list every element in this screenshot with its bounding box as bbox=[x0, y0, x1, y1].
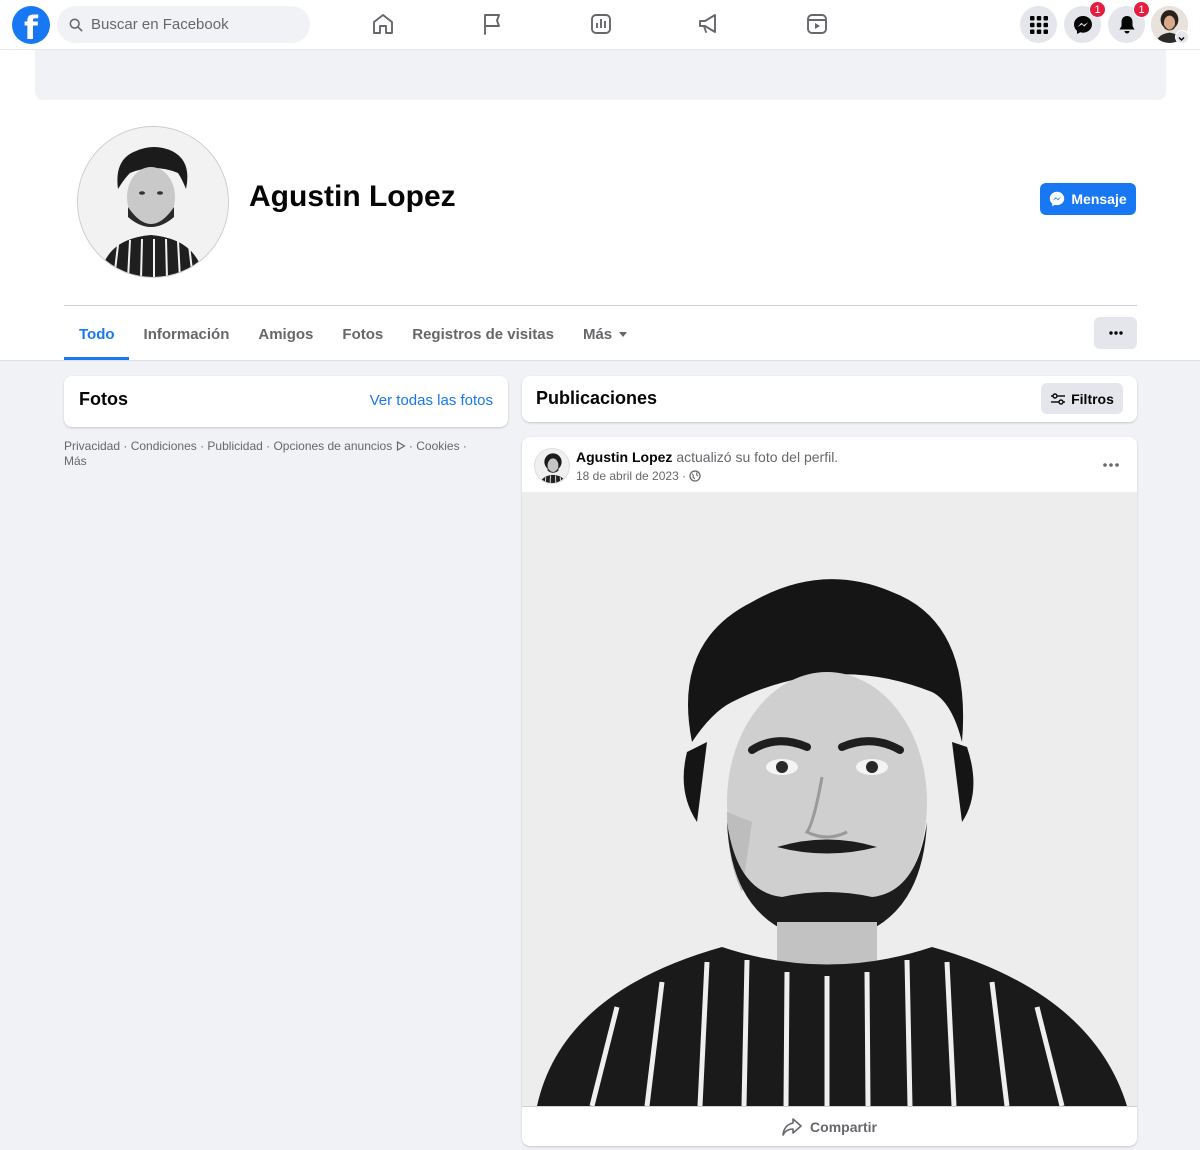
footer-links: Privacidad · Condiciones · Publicidad · … bbox=[64, 439, 467, 468]
grid-icon bbox=[1029, 15, 1048, 34]
cover-photo-area bbox=[35, 50, 1166, 100]
post-card: Agustin Lopez actualizó su foto del perf… bbox=[522, 437, 1137, 1146]
insights-icon[interactable] bbox=[588, 11, 614, 37]
message-button[interactable]: Mensaje bbox=[1040, 183, 1136, 215]
photos-card-title: Fotos bbox=[79, 389, 128, 409]
share-arrow-icon bbox=[782, 1117, 802, 1136]
posts-card-title: Publicaciones bbox=[536, 388, 658, 408]
notifications-badge: 1 bbox=[1133, 1, 1150, 18]
footer-link-more[interactable]: Más bbox=[64, 454, 87, 468]
ad-choices-icon bbox=[396, 440, 406, 452]
tab-registros-de-visitas[interactable]: Registros de visitas bbox=[397, 308, 568, 360]
post-author-avatar[interactable] bbox=[534, 448, 570, 484]
top-navigation-bar: f 1 1 bbox=[0, 0, 1200, 50]
message-button-label: Mensaje bbox=[1071, 191, 1127, 207]
profile-tabs: Todo Información Amigos Fotos Registros … bbox=[64, 308, 641, 360]
see-all-photos-link[interactable]: Ver todas las fotos bbox=[370, 392, 493, 409]
more-dots-icon bbox=[1103, 463, 1119, 467]
caret-down-icon bbox=[619, 331, 628, 337]
post-date[interactable]: 18 de abril de 2023 · bbox=[576, 469, 686, 483]
reels-icon[interactable] bbox=[804, 11, 830, 37]
tab-amigos[interactable]: Amigos bbox=[243, 308, 327, 360]
post-options-button[interactable] bbox=[1100, 455, 1122, 475]
tab-informacion[interactable]: Información bbox=[129, 308, 244, 360]
search-input[interactable] bbox=[91, 16, 291, 33]
posts-card: Publicaciones Filtros bbox=[522, 376, 1137, 422]
footer-link-advertising[interactable]: Publicidad bbox=[207, 439, 262, 453]
footer-link-terms[interactable]: Condiciones bbox=[131, 439, 197, 453]
header-divider bbox=[64, 305, 1137, 306]
messenger-badge: 1 bbox=[1089, 1, 1106, 18]
post-header-text: Agustin Lopez actualizó su foto del perf… bbox=[576, 449, 838, 465]
post-photo[interactable] bbox=[522, 492, 1137, 1106]
profile-name: Agustin Lopez bbox=[249, 180, 456, 213]
search-icon bbox=[69, 18, 83, 31]
profile-header: Agustin Lopez Mensaje Todo Información A… bbox=[0, 50, 1200, 361]
share-button[interactable]: Compartir bbox=[522, 1106, 1137, 1146]
filters-button-label: Filtros bbox=[1071, 390, 1114, 407]
globe-icon bbox=[689, 470, 701, 482]
pages-flag-icon[interactable] bbox=[479, 11, 505, 37]
notifications-button[interactable]: 1 bbox=[1108, 1, 1150, 43]
messenger-icon bbox=[1073, 15, 1092, 34]
ads-megaphone-icon[interactable] bbox=[696, 11, 722, 37]
photos-card: Fotos Ver todas las fotos bbox=[64, 376, 508, 427]
facebook-logo-icon[interactable]: f bbox=[12, 6, 50, 44]
more-dots-icon bbox=[1108, 331, 1123, 335]
tab-todo[interactable]: Todo bbox=[64, 308, 129, 360]
post-author-name[interactable]: Agustin Lopez bbox=[576, 449, 672, 465]
share-button-label: Compartir bbox=[810, 1118, 877, 1135]
footer-link-privacy[interactable]: Privacidad bbox=[64, 439, 120, 453]
filters-button[interactable]: Filtros bbox=[1041, 383, 1123, 414]
messenger-button[interactable]: 1 bbox=[1064, 1, 1106, 43]
tab-mas[interactable]: Más bbox=[568, 308, 641, 360]
footer-link-ad-choices[interactable]: Opciones de anuncios bbox=[273, 439, 392, 453]
tab-fotos[interactable]: Fotos bbox=[327, 308, 397, 360]
bell-icon bbox=[1119, 15, 1134, 33]
more-options-button[interactable] bbox=[1094, 317, 1137, 349]
account-menu-chevron-icon[interactable] bbox=[1175, 30, 1189, 44]
apps-menu-button[interactable] bbox=[1020, 6, 1057, 43]
footer-link-cookies[interactable]: Cookies bbox=[416, 439, 459, 453]
post-meta: 18 de abril de 2023 · bbox=[576, 469, 701, 483]
home-icon[interactable] bbox=[370, 11, 396, 37]
messenger-icon bbox=[1050, 191, 1065, 207]
sliders-icon bbox=[1051, 392, 1066, 405]
profile-picture[interactable] bbox=[77, 126, 229, 278]
post-action-text: actualizó su foto del perfil. bbox=[672, 449, 839, 465]
search-bar[interactable] bbox=[57, 6, 310, 43]
